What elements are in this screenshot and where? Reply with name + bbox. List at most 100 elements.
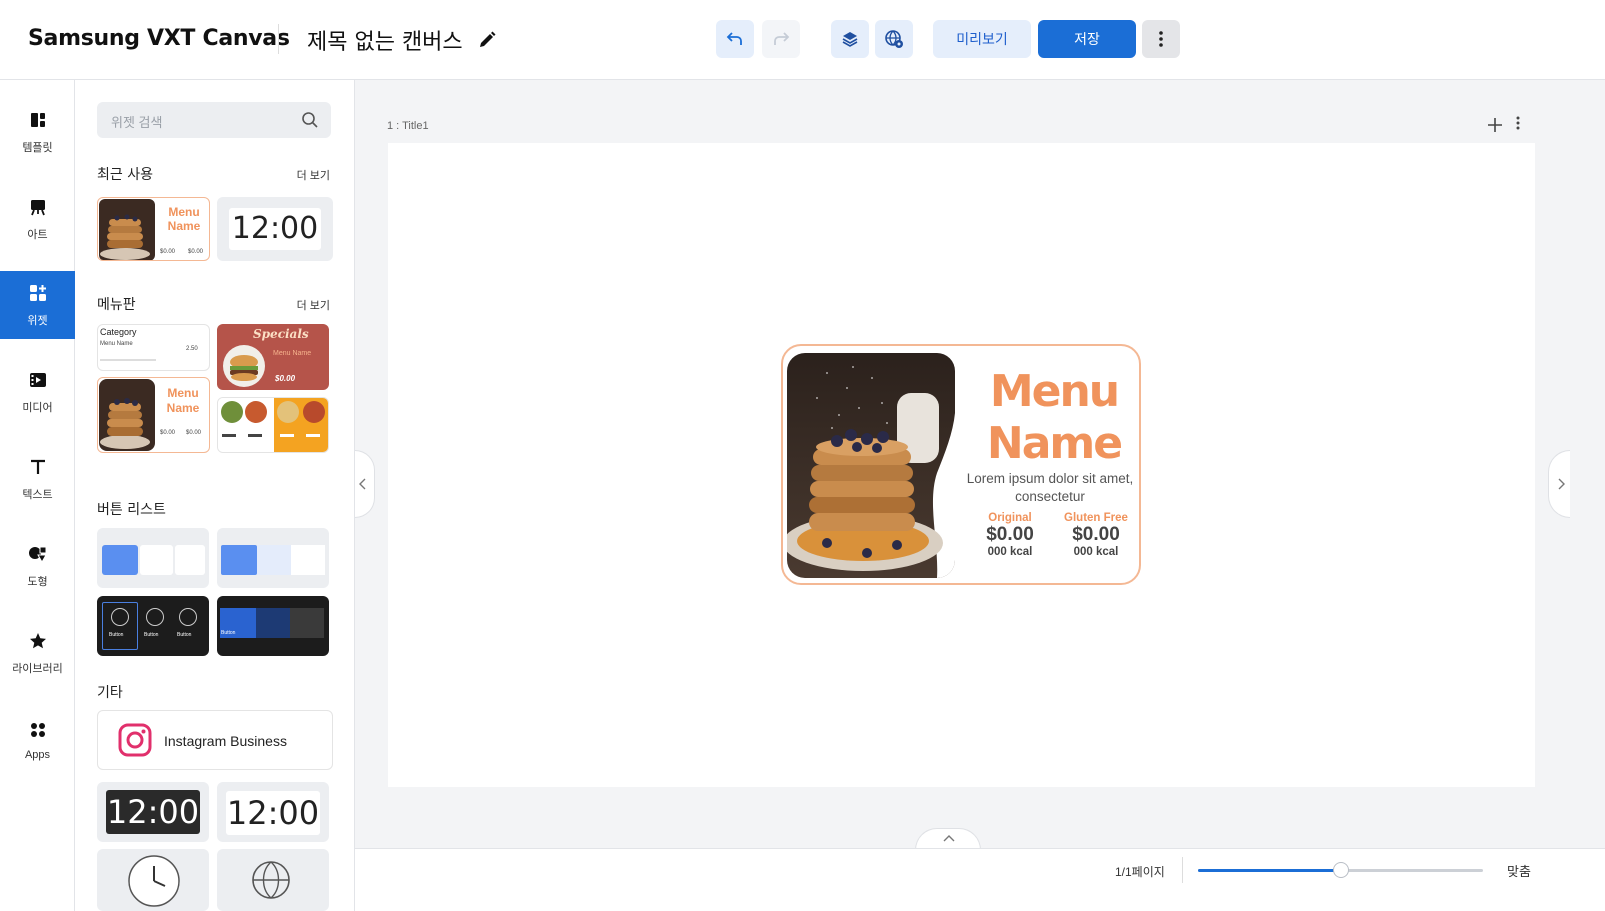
canvas-page[interactable]: Menu Name Lorem ipsum dolor sit amet, con… [388, 143, 1535, 787]
thumb-circle [146, 608, 164, 626]
publish-globe-button[interactable] [875, 20, 913, 58]
thumb-button [175, 545, 205, 575]
section-title-menu: 메뉴판 [97, 297, 136, 313]
widget-panel: 위젯 검색 최근 사용 더 보기 Menu Name $0.00 $0.00 12… [75, 80, 355, 911]
menu-widget-pancake[interactable]: Menu Name $0.00 $0.00 [97, 377, 210, 453]
thumb-price-a: $0.00 [160, 249, 176, 255]
thumb-price-b: $0.00 [188, 249, 204, 255]
analog-clock-widget[interactable] [97, 849, 209, 911]
search-placeholder: 위젯 검색 [111, 115, 163, 130]
save-button[interactable]: 저장 [1038, 20, 1136, 58]
divider [1182, 857, 1183, 883]
rail-item-shape[interactable]: 도형 [0, 532, 75, 600]
rail-item-media[interactable]: 미디어 [0, 358, 75, 426]
section-title-etc: 기타 [97, 685, 123, 701]
thumb-button [290, 608, 324, 638]
section-title-buttons: 버튼 리스트 [97, 502, 166, 518]
more-options-button[interactable] [1142, 20, 1180, 58]
zoom-slider[interactable] [1198, 862, 1483, 878]
rail-item-art[interactable]: 아트 [0, 185, 75, 253]
button-list-dark-2[interactable]: Button [217, 596, 329, 656]
widget-search-input[interactable]: 위젯 검색 [97, 102, 331, 138]
menu-widget-food-grid[interactable] [217, 397, 329, 453]
document-title[interactable]: 제목 없는 캔버스 [307, 24, 463, 56]
divider [100, 359, 156, 361]
rail-label: 아트 [27, 228, 48, 241]
preview-button[interactable]: 미리보기 [933, 20, 1031, 58]
rail-label: 위젯 [27, 314, 48, 327]
button-list-light-2[interactable] [217, 528, 329, 588]
pancake-image [787, 353, 955, 578]
thumb-menu-line1: Menu [167, 386, 199, 400]
price-kcal: 000 kcal [987, 546, 1033, 558]
thumb-button-active [221, 545, 257, 575]
more-link-menu[interactable]: 더 보기 [297, 297, 330, 313]
rail-item-template[interactable]: 템플릿 [0, 98, 75, 166]
price-label: Original [988, 512, 1032, 524]
clock-text: 12:00 [226, 791, 320, 835]
thumb-button-active [102, 545, 138, 575]
art-easel-icon [30, 199, 45, 215]
layers-button[interactable] [831, 20, 869, 58]
search-icon[interactable] [301, 111, 319, 129]
instagram-label: Instagram Business [164, 733, 287, 749]
star-icon [29, 632, 46, 648]
zoom-slider-knob[interactable] [1332, 862, 1349, 878]
globe-settings-icon [885, 30, 903, 48]
bottom-bar: 1/1페이지 맞춤 [355, 848, 1605, 911]
price-label: Gluten Free [1064, 512, 1128, 524]
clock-text: 12:00 [106, 790, 200, 834]
menu-name-title[interactable]: Menu Name [979, 366, 1129, 470]
chevron-up-icon [943, 835, 955, 842]
category-label: Category [100, 327, 137, 337]
chevron-right-icon [1558, 478, 1565, 490]
zoom-fit-button[interactable]: 맞춤 [1507, 861, 1531, 880]
rail-item-text[interactable]: 텍스트 [0, 445, 75, 513]
more-link-recent[interactable]: 더 보기 [297, 167, 330, 183]
price-amount: $0.00 [986, 524, 1034, 545]
clock-widget-light[interactable]: 12:00 [217, 782, 329, 842]
thumb-price-b: $0.00 [186, 430, 202, 436]
menu-widget-category[interactable]: Category Menu Name 2.50 [97, 324, 210, 371]
rail-label: 도형 [27, 575, 48, 588]
apps-icon [30, 722, 45, 737]
zoom-slider-fill [1198, 869, 1341, 872]
expand-right-panel-handle[interactable] [1548, 450, 1570, 518]
thumb-price-a: $0.00 [160, 430, 176, 436]
rail-item-widget[interactable]: 위젯 [0, 271, 75, 339]
expand-bottom-panel-handle[interactable] [915, 828, 981, 850]
collapse-left-panel-handle[interactable] [355, 450, 375, 518]
undo-button[interactable] [716, 20, 754, 58]
food-grid-image [218, 398, 328, 452]
category-price: 2.50 [186, 346, 198, 352]
button-list-light-1[interactable] [97, 528, 209, 588]
button-list-dark-1[interactable]: Button Button Button [97, 596, 209, 656]
price-column-original[interactable]: Original $0.00 000 kcal [975, 512, 1045, 558]
rail-label: 텍스트 [22, 488, 53, 501]
shape-icon [28, 546, 47, 563]
menu-widget-specials[interactable]: Specials Menu Name $0.00 [217, 324, 329, 390]
recent-widget-clock[interactable]: 12:00 [217, 197, 333, 261]
edit-pencil-icon[interactable] [477, 30, 497, 50]
pancake-photo [787, 353, 955, 578]
recent-widget-menu[interactable]: Menu Name $0.00 $0.00 [97, 197, 210, 261]
add-page-button[interactable] [1488, 116, 1502, 137]
web-widget[interactable] [217, 849, 329, 911]
menu-description[interactable]: Lorem ipsum dolor sit amet, consectetur [955, 470, 1145, 506]
thumb-button [291, 545, 325, 575]
clock-widget-dark[interactable]: 12:00 [97, 782, 209, 842]
thumb-button [140, 545, 173, 575]
globe-icon [252, 861, 290, 899]
rail-item-apps[interactable]: Apps [0, 706, 75, 774]
text-icon [30, 459, 45, 474]
price-column-gluten-free[interactable]: Gluten Free $0.00 000 kcal [1061, 512, 1131, 558]
rail-item-library[interactable]: 라이브러리 [0, 619, 75, 687]
menu-board-widget[interactable]: Menu Name Lorem ipsum dolor sit amet, con… [781, 344, 1141, 585]
instagram-business-widget[interactable]: Instagram Business [97, 710, 333, 770]
specials-price: $0.00 [275, 374, 296, 383]
page-options-button[interactable] [1516, 116, 1520, 135]
redo-button[interactable] [762, 20, 800, 58]
specials-title: Specials [253, 327, 309, 341]
kebab-menu-icon [1516, 116, 1520, 130]
menu-name-line2: Name [986, 418, 1123, 469]
